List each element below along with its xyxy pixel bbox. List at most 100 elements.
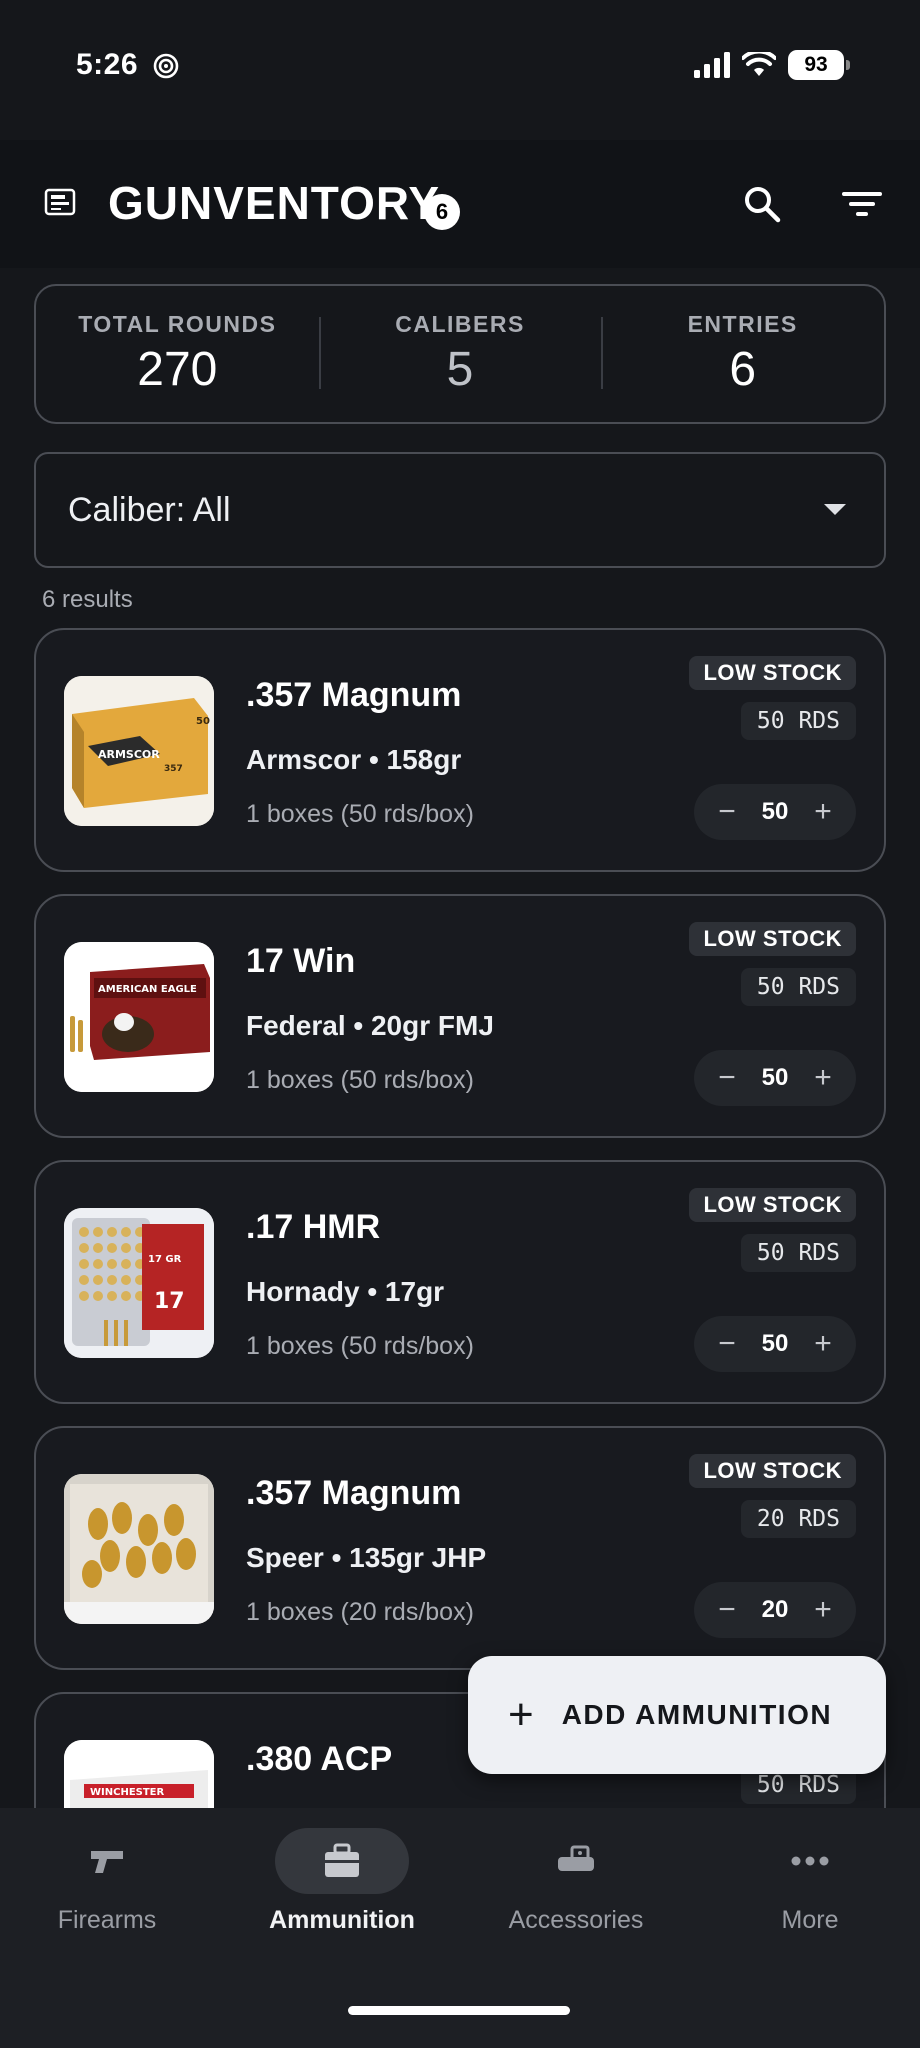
nav-item-more[interactable]: More	[710, 1828, 910, 1935]
rounds-count-badge: 20 RDS	[740, 1500, 856, 1538]
filter-icon	[842, 192, 882, 216]
search-button[interactable]	[734, 176, 790, 232]
quantity-value: 50	[761, 1330, 789, 1357]
ammo-card[interactable]: .357 Magnum Speer • 135gr JHP 1 boxes (2…	[34, 1426, 886, 1670]
focus-mode-icon	[153, 53, 179, 79]
quantity-stepper: − 20 +	[694, 1582, 856, 1638]
ammo-caliber: .357 Magnum	[246, 1474, 462, 1512]
ammo-box-thumbnail: ARMSCOR 357 50	[64, 676, 214, 826]
stat-label: TOTAL ROUNDS	[78, 311, 277, 337]
plus-icon: +	[508, 1690, 534, 1739]
stat-entries: ENTRIES 6	[601, 311, 884, 397]
ammo-box-info: 1 boxes (50 rds/box)	[246, 1066, 474, 1094]
stat-total-rounds: TOTAL ROUNDS 270	[36, 311, 319, 397]
status-time: 5:26	[76, 48, 139, 81]
decrement-button[interactable]: −	[710, 795, 744, 829]
add-ammunition-button[interactable]: + ADD AMMUNITION	[468, 1656, 886, 1774]
dropdown-caret-icon	[824, 504, 846, 515]
quantity-stepper: − 50 +	[694, 1050, 856, 1106]
low-stock-badge: LOW STOCK	[689, 1454, 856, 1488]
wifi-icon	[742, 52, 776, 76]
nav-icon-container	[509, 1828, 643, 1894]
low-stock-badge: LOW STOCK	[689, 1188, 856, 1222]
decrement-button[interactable]: −	[710, 1061, 744, 1095]
stat-value: 5	[446, 343, 474, 396]
nav-item-accessories[interactable]: Accessories	[476, 1828, 676, 1935]
ammunition-list[interactable]: ARMSCOR 357 50 .357 Magnum Armscor • 158…	[0, 628, 920, 1808]
ammo-box-thumbnail	[64, 1474, 214, 1624]
increment-button[interactable]: +	[806, 1061, 840, 1095]
svg-text:ARMSCOR: ARMSCOR	[98, 748, 160, 761]
quantity-value: 20	[761, 1596, 789, 1623]
battery-level: 93	[804, 53, 828, 76]
stat-value: 6	[729, 343, 757, 396]
quantity-stepper: − 50 +	[694, 1316, 856, 1372]
ammo-brand-grain: Federal • 20gr FMJ	[246, 1010, 494, 1041]
stat-label: ENTRIES	[687, 311, 798, 337]
svg-text:WINCHESTER: WINCHESTER	[90, 1787, 165, 1798]
ammo-box-icon	[325, 1843, 359, 1877]
ammo-box-info: 1 boxes (50 rds/box)	[246, 800, 474, 828]
increment-button[interactable]: +	[806, 1327, 840, 1361]
svg-text:357: 357	[164, 764, 183, 774]
nav-item-ammunition[interactable]: Ammunition	[242, 1828, 442, 1935]
count-badge: 6	[424, 194, 460, 230]
battery-indicator: 93	[788, 50, 850, 80]
ammo-card[interactable]: ARMSCOR 357 50 .357 Magnum Armscor • 158…	[34, 628, 886, 872]
nav-label: More	[781, 1906, 839, 1934]
nav-item-firearms[interactable]: Firearms	[7, 1828, 207, 1935]
svg-text:17 GR: 17 GR	[148, 1254, 182, 1265]
low-stock-badge: LOW STOCK	[689, 922, 856, 956]
caliber-filter-dropdown[interactable]: Caliber: All	[34, 452, 886, 568]
status-bar: 5:26 93	[0, 0, 920, 140]
pistol-icon	[91, 1851, 123, 1873]
app-title: GUNVENTORY	[108, 177, 441, 229]
nav-icon-container	[40, 1828, 174, 1894]
decrement-button[interactable]: −	[710, 1593, 744, 1627]
nav-label: Accessories	[508, 1906, 644, 1934]
ammo-caliber: .357 Magnum	[246, 676, 462, 714]
rounds-count-badge: 50 RDS	[740, 968, 856, 1006]
app-header: GUNVENTORY 6	[0, 140, 920, 268]
ammo-box-thumbnail: AMERICAN EAGLE	[64, 942, 214, 1092]
decrement-button[interactable]: −	[710, 1327, 744, 1361]
search-icon	[745, 187, 781, 223]
stat-label: CALIBERS	[395, 311, 525, 337]
ammo-card[interactable]: AMERICAN EAGLE 17 Win Federal • 20gr FMJ…	[34, 894, 886, 1138]
ammo-box-info: 1 boxes (50 rds/box)	[246, 1332, 474, 1360]
quantity-value: 50	[761, 798, 789, 825]
ammo-brand-grain: Speer • 135gr JHP	[246, 1542, 487, 1573]
svg-text:AMERICAN EAGLE: AMERICAN EAGLE	[98, 984, 197, 995]
add-ammunition-label: ADD AMMUNITION	[561, 1699, 833, 1730]
signal-icon	[694, 52, 730, 78]
ammo-brand-grain: Hornady • 17gr	[246, 1276, 445, 1307]
ammo-box-thumbnail: 17 GR 17	[64, 1208, 214, 1358]
caliber-filter-value: Caliber: All	[68, 490, 231, 529]
nav-label: Firearms	[57, 1906, 157, 1934]
ammo-caliber: .380 ACP	[246, 1740, 393, 1778]
increment-button[interactable]: +	[806, 1593, 840, 1627]
ammo-caliber: .17 HMR	[246, 1208, 381, 1246]
quantity-value: 50	[761, 1064, 789, 1091]
filter-button[interactable]	[834, 176, 890, 232]
rounds-count-badge: 50 RDS	[740, 702, 856, 740]
ammo-box-thumbnail: WINCHESTER	[64, 1740, 214, 1808]
more-dots-icon	[791, 1856, 829, 1866]
ammo-brand-grain: Armscor • 158gr	[246, 744, 462, 775]
results-count: 6 results	[42, 586, 133, 613]
nav-label: Ammunition	[269, 1906, 415, 1934]
stats-summary: TOTAL ROUNDS 270 CALIBERS 5 ENTRIES 6	[34, 284, 886, 424]
increment-button[interactable]: +	[806, 795, 840, 829]
quantity-stepper: − 50 +	[694, 784, 856, 840]
low-stock-badge: LOW STOCK	[689, 656, 856, 690]
nav-icon-container	[275, 1828, 409, 1894]
home-indicator	[348, 2006, 570, 2015]
ammo-box-info: 1 boxes (20 rds/box)	[246, 1598, 474, 1626]
ammo-card[interactable]: 17 GR 17 .17 HMR Hornady • 17gr 1 boxes …	[34, 1160, 886, 1404]
stat-calibers: CALIBERS 5	[318, 311, 602, 397]
ammo-caliber: 17 Win	[246, 942, 356, 980]
svg-text:17: 17	[154, 1289, 185, 1314]
nav-icon-container	[743, 1828, 877, 1894]
scope-icon	[558, 1845, 594, 1871]
svg-text:50: 50	[196, 716, 210, 727]
